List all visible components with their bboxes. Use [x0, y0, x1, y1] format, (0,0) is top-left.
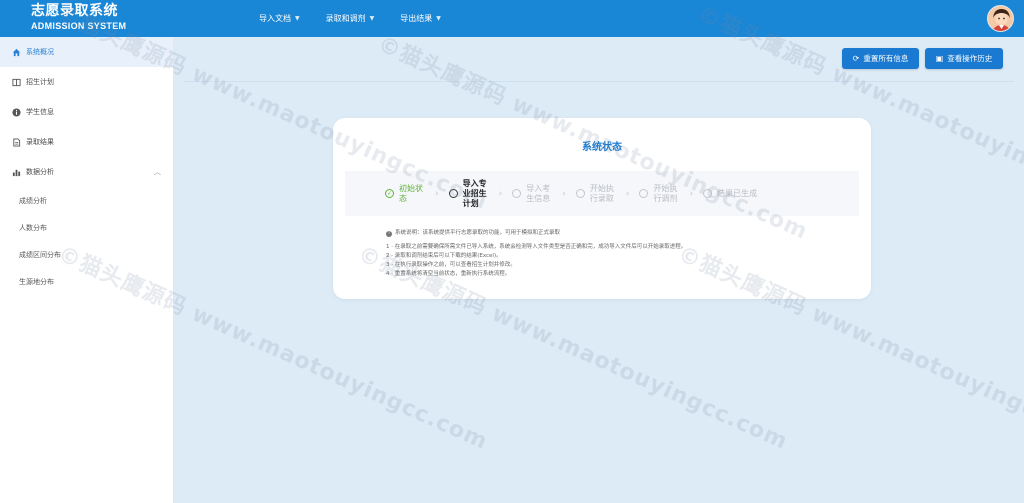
step-label: 导入考生信息 [526, 183, 551, 203]
system-description: ! 系统说明：该系统提供平行志愿录取的功能，可用于模拟和正式录取 1 · 在录取… [386, 229, 686, 279]
description-header: ! 系统说明：该系统提供平行志愿录取的功能，可用于模拟和正式录取 [386, 229, 686, 238]
app-title: 志愿录取系统 [31, 3, 118, 19]
document-icon [11, 137, 21, 147]
sidebar-subitem-label: 成绩分析 [19, 196, 47, 205]
sidebar-subitem-headcount-distribution[interactable]: 人数分布 [0, 214, 173, 241]
step-label: 初始状态 [399, 183, 423, 203]
step-import-students[interactable]: 导入考生信息 › [512, 184, 566, 204]
sidebar-subitem-score-analysis[interactable]: 成绩分析 [0, 187, 173, 214]
sidebar-item-label: 数据分析 [26, 168, 54, 176]
sidebar-item-admission-results[interactable]: 录取结果 [0, 127, 173, 157]
sidebar-item-label: 招生计划 [26, 78, 54, 86]
menu-admission-adjustment[interactable]: 录取和调剂 ▼ [322, 13, 379, 24]
step-import-plan[interactable]: 导入专业招生计划 › [448, 178, 503, 209]
check-circle-icon: ✓ [385, 189, 394, 198]
content-divider [184, 81, 1014, 82]
menu-label: 导入文档 [259, 14, 291, 23]
sidebar: 系统概况 招生计划 学生信息 录取结果 数据分析 ︿ 成绩分析 人数分布 成绩区… [0, 37, 174, 503]
sidebar-item-data-analysis[interactable]: 数据分析 ︿ [0, 157, 173, 187]
bar-chart-icon [11, 167, 21, 177]
step-label: 导入专业招生计划 [462, 178, 487, 208]
step-results-generated[interactable]: 结果已生成 [703, 189, 757, 199]
app-brand[interactable]: 志愿录取系统 ADMISSION SYSTEM [31, 3, 126, 32]
avatar-icon [988, 6, 1013, 31]
sidebar-subitem-score-range-distribution[interactable]: 成绩区间分布 [0, 241, 173, 268]
circle-icon [703, 189, 713, 198]
step-label: 开始执行调剂 [653, 183, 678, 203]
reset-all-button[interactable]: ⟳ 重置所有信息 [842, 48, 919, 69]
user-avatar[interactable] [987, 5, 1014, 32]
circle-icon [639, 189, 649, 198]
description-title: 系统说明：该系统提供平行志愿录取的功能，可用于模拟和正式录取 [395, 230, 561, 236]
chevron-down-icon: ▼ [295, 15, 300, 22]
circle-icon [575, 189, 585, 198]
step-label: 结果已生成 [717, 188, 758, 198]
description-line: 1 · 在录取之前需要确保所需文件已导入系统，系统会检测导入文件类型是否正确和完… [386, 244, 687, 250]
sidebar-item-enrollment-plan[interactable]: 招生计划 [0, 67, 173, 97]
step-run-adjustment[interactable]: 开始执行调剂 › [639, 184, 693, 204]
chevron-right-icon: › [562, 188, 566, 199]
system-status-card: 系统状态 ✓ 初始状态 › 导入专业招生计划 › 导入考生信息 › 开始执行录取… [333, 118, 871, 299]
sidebar-item-label: 学生信息 [26, 108, 54, 116]
book-icon [11, 77, 21, 87]
top-menu: 导入文档 ▼ 录取和调剂 ▼ 导出结果 ▼ [255, 0, 463, 37]
circle-icon [512, 189, 522, 198]
home-icon [11, 47, 21, 57]
menu-label: 导出结果 [400, 14, 433, 23]
chevron-down-icon: ▼ [369, 15, 375, 22]
chevron-right-icon: › [689, 188, 694, 199]
description-line: 3 · 在执行录取操作之前，可以查看招生计划并修改。 [386, 262, 516, 268]
menu-label: 录取和调剂 [325, 14, 366, 23]
step-label: 开始执行录取 [589, 183, 614, 203]
chevron-down-icon: ▼ [436, 15, 441, 22]
chevron-right-icon: › [435, 188, 439, 199]
calendar-icon: ▣ [935, 54, 944, 63]
sidebar-item-label: 系统概况 [26, 48, 54, 56]
menu-import-documents[interactable]: 导入文档 ▼ [255, 13, 304, 24]
description-line: 2 · 录取和调剂结束后可以下载的结果(Excel)。 [386, 253, 502, 259]
info-icon: ! [386, 230, 392, 237]
app-subtitle: ADMISSION SYSTEM [31, 21, 127, 31]
sidebar-subitem-label: 成绩区间分布 [19, 250, 61, 259]
chevron-up-icon: ︿ [154, 168, 161, 176]
sidebar-item-student-info[interactable]: 学生信息 [0, 97, 173, 127]
description-line: 4 · 重置系统将清空当前状态，重新执行系统流程。 [386, 271, 511, 277]
view-history-label: 查看操作历史 [947, 54, 993, 63]
chevron-right-icon: › [625, 188, 630, 199]
step-run-admission[interactable]: 开始执行录取 › [575, 183, 630, 204]
card-title: 系统状态 [582, 142, 622, 153]
sidebar-subitem-label: 生源地分布 [19, 277, 54, 286]
reset-all-label: 重置所有信息 [863, 54, 909, 63]
menu-export-results[interactable]: 导出结果 ▼ [396, 13, 445, 24]
info-icon [11, 107, 21, 117]
sidebar-item-label: 录取结果 [26, 138, 54, 146]
sidebar-subitem-origin-distribution[interactable]: 生源地分布 [0, 268, 173, 295]
view-history-button[interactable]: ▣ 查看操作历史 [925, 48, 1003, 69]
step-initial[interactable]: ✓ 初始状态 › [385, 184, 439, 204]
circle-icon [448, 189, 458, 198]
chevron-right-icon: › [498, 188, 503, 199]
progress-steps: ✓ 初始状态 › 导入专业招生计划 › 导入考生信息 › 开始执行录取 › 开始… [345, 171, 859, 216]
sidebar-subitem-label: 人数分布 [19, 223, 47, 232]
refresh-icon: ⟳ [852, 54, 860, 63]
sidebar-item-overview[interactable]: 系统概况 [0, 37, 173, 67]
top-navbar: 志愿录取系统 ADMISSION SYSTEM 导入文档 ▼ 录取和调剂 ▼ 导… [0, 0, 1024, 37]
